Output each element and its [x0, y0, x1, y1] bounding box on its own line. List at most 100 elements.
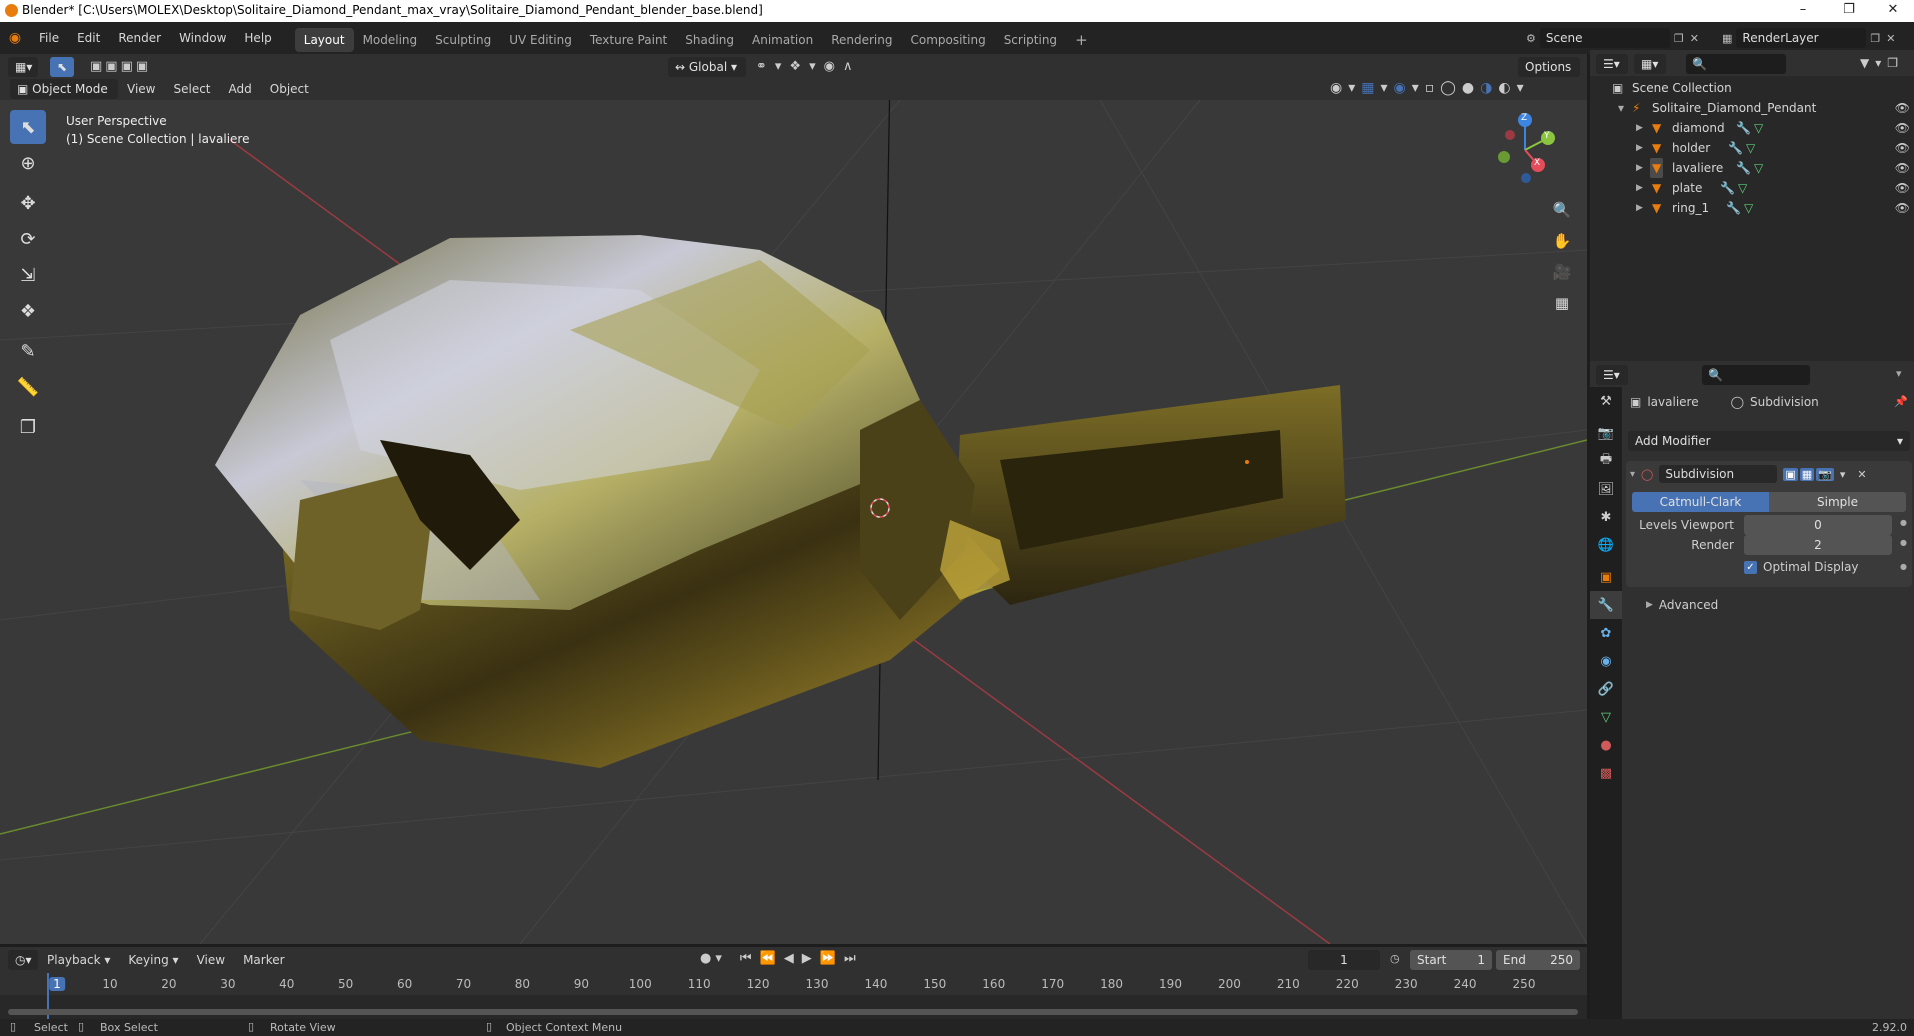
outliner-row-lavaliere[interactable]: ▶ ▼ lavaliere 🔧 ▽ 👁 [1590, 158, 1914, 178]
mode-dropdown[interactable]: ▣ Object Mode ▾ [10, 79, 118, 116]
expand-closed-icon[interactable]: ▶ [1636, 158, 1643, 178]
new-scene-icon[interactable]: ❐ [1674, 32, 1684, 45]
render-layer-field[interactable]: RenderLayer [1736, 28, 1867, 48]
options-dropdown[interactable]: Options ▾ [1518, 57, 1580, 94]
tab-modeling[interactable]: Modeling [354, 28, 427, 52]
visibility-eye-icon[interactable]: 👁 [1895, 158, 1910, 178]
expand-open-icon[interactable]: ▾ [1618, 98, 1624, 118]
3d-viewport[interactable]: User Perspective (1) Scene Collection | … [0, 100, 1587, 944]
modifier-wrench-icon[interactable]: 🔧 [1728, 138, 1743, 158]
transform-tool-icon[interactable]: ❖ [10, 294, 46, 328]
expand-closed-icon[interactable]: ▶ [1636, 138, 1643, 158]
tab-compositing[interactable]: Compositing [901, 28, 994, 52]
menu-edit[interactable]: Edit [68, 22, 109, 54]
annotate-tool-icon[interactable]: ✎ [10, 334, 46, 368]
pan-hand-icon[interactable]: ✋ [1548, 227, 1576, 255]
outliner-row-plate[interactable]: ▶ ▼ plate 🔧 ▽ 👁 [1590, 178, 1914, 198]
world-tab-icon[interactable]: 🌐 [1590, 531, 1622, 559]
collapse-icon[interactable]: ▾ [1630, 469, 1635, 480]
menu-marker[interactable]: Marker [234, 947, 293, 973]
menu-render[interactable]: Render [109, 22, 170, 54]
add-modifier-dropdown[interactable]: Add Modifier ▾ [1628, 431, 1910, 451]
chevron-down-icon[interactable]: ▾ [1896, 367, 1902, 380]
minimize-icon[interactable]: – [1780, 0, 1826, 22]
menu-timeline-view[interactable]: View [188, 947, 234, 973]
render-toggle-icon[interactable]: 📷 [1816, 467, 1834, 481]
mesh-data-icon[interactable]: ▽ [1754, 118, 1763, 138]
outliner-row-ring[interactable]: ▶ ▼ ring_1 🔧 ▽ 👁 [1590, 198, 1914, 218]
move-tool-icon[interactable]: ✥ [10, 186, 46, 220]
prong-left[interactable] [290, 475, 430, 630]
outliner-search-input[interactable]: 🔍 [1686, 54, 1786, 74]
tab-sculpting[interactable]: Sculpting [426, 28, 500, 52]
menu-file[interactable]: File [30, 22, 68, 54]
outliner-row-holder[interactable]: ▶ ▼ holder 🔧 ▽ 👁 [1590, 138, 1914, 158]
display-mode-icon[interactable]: ▦▾ [1634, 54, 1666, 74]
mesh-data-icon[interactable]: ▽ [1738, 178, 1747, 198]
blender-menu-icon[interactable]: ◉ [0, 30, 30, 46]
prev-keyframe-icon[interactable]: ⏪ [760, 951, 776, 966]
menu-keying[interactable]: Keying ▾ [119, 947, 187, 973]
menu-select[interactable]: Select [164, 78, 219, 100]
data-tab-icon[interactable]: ▽ [1590, 703, 1622, 731]
visibility-eye-icon[interactable]: 👁 [1895, 198, 1910, 218]
close-icon[interactable]: ✕ [1857, 468, 1866, 481]
visibility-eye-icon[interactable]: 👁 [1895, 98, 1910, 118]
scene-field[interactable]: Scene [1539, 28, 1670, 48]
jump-start-icon[interactable]: ⏮ [740, 951, 752, 966]
editor-type-icon[interactable]: ▦▾ [8, 57, 38, 77]
zoom-icon[interactable]: 🔍 [1548, 196, 1576, 224]
tab-scripting[interactable]: Scripting [995, 28, 1066, 52]
navigation-gizmo[interactable]: Z Y X [1480, 110, 1570, 190]
visibility-eye-icon[interactable]: 👁 [1895, 138, 1910, 158]
keyframe-dot-icon[interactable]: ● [1900, 562, 1907, 571]
levels-viewport-field[interactable]: 0 [1744, 515, 1892, 535]
add-workspace-icon[interactable]: + [1066, 28, 1097, 52]
mesh-data-icon[interactable]: ▽ [1744, 198, 1753, 218]
pin-icon[interactable]: 📌 [1894, 395, 1908, 408]
overlay-shading-icons[interactable]: ◉▾▦▾◉▾▫◯●◑◐▾ [1330, 80, 1530, 96]
start-frame-field[interactable]: Start 1 [1410, 950, 1492, 970]
menu-playback[interactable]: Playback ▾ [38, 947, 119, 973]
ortho-grid-icon[interactable]: ▦ [1548, 289, 1576, 317]
scale-tool-icon[interactable]: ⇲ [10, 258, 46, 292]
cursor-tool-icon[interactable]: ⊕ [10, 146, 46, 180]
modifier-name-field[interactable]: Subdivision [1659, 465, 1778, 483]
output-tab-icon[interactable]: 🖶 [1590, 447, 1622, 475]
material-tab-icon[interactable]: ● [1590, 731, 1622, 759]
rotate-tool-icon[interactable]: ⟳ [10, 222, 46, 256]
restore-icon[interactable]: ❐ [1826, 0, 1872, 22]
render-tab-icon[interactable]: 📷 [1590, 419, 1622, 447]
select-tool-icon[interactable]: ⬉ [50, 57, 74, 77]
mesh-data-icon[interactable]: ▽ [1754, 158, 1763, 178]
object-tab-icon[interactable]: ▣ [1590, 563, 1622, 591]
chevron-down-icon[interactable]: ▾ [715, 951, 722, 966]
current-frame-field[interactable]: 1 [1308, 950, 1380, 970]
particles-tab-icon[interactable]: ✿ [1590, 619, 1622, 647]
expand-closed-icon[interactable]: ▶ [1636, 178, 1643, 198]
modifier-wrench-icon[interactable]: 🔧 [1720, 178, 1735, 198]
menu-help[interactable]: Help [235, 22, 280, 54]
tab-uv-editing[interactable]: UV Editing [500, 28, 581, 52]
physics-tab-icon[interactable]: ◉ [1590, 647, 1622, 675]
expand-closed-icon[interactable]: ▶ [1636, 198, 1643, 218]
tab-shading[interactable]: Shading [676, 28, 743, 52]
camera-icon[interactable]: 🎥 [1548, 258, 1576, 286]
stopwatch-icon[interactable]: ◷ [1390, 952, 1400, 965]
filter-icon[interactable]: ▼▾❐ [1860, 56, 1904, 70]
menu-object[interactable]: Object [261, 78, 318, 100]
delete-layer-icon[interactable]: ✕ [1886, 32, 1895, 45]
record-icon[interactable]: ● [700, 951, 711, 966]
viewport-toggle-icon[interactable]: ▦ [1799, 467, 1815, 481]
texture-tab-icon[interactable]: ▩ [1590, 759, 1622, 787]
outliner-row-scene-collection[interactable]: ▣ Scene Collection [1590, 78, 1914, 98]
outliner-editor-type-icon[interactable]: ☰▾ [1596, 54, 1628, 74]
orientation-dropdown[interactable]: ↭ Global ▾ [668, 57, 746, 77]
edit-mode-toggle-icon[interactable]: ▣ [1783, 467, 1798, 481]
timeline-area[interactable]: 1 10 20 30 40 50 60 70 80 90 100 110 120 130 140 150 160… [0, 973, 1587, 1019]
modifier-tab-icon[interactable]: 🔧 [1590, 591, 1622, 619]
modifier-wrench-icon[interactable]: 🔧 [1736, 118, 1751, 138]
menu-view[interactable]: View [118, 78, 164, 100]
outliner-row-diamond[interactable]: ▶ ▼ diamond 🔧 ▽ 👁 [1590, 118, 1914, 138]
visibility-eye-icon[interactable]: 👁 [1895, 178, 1910, 198]
